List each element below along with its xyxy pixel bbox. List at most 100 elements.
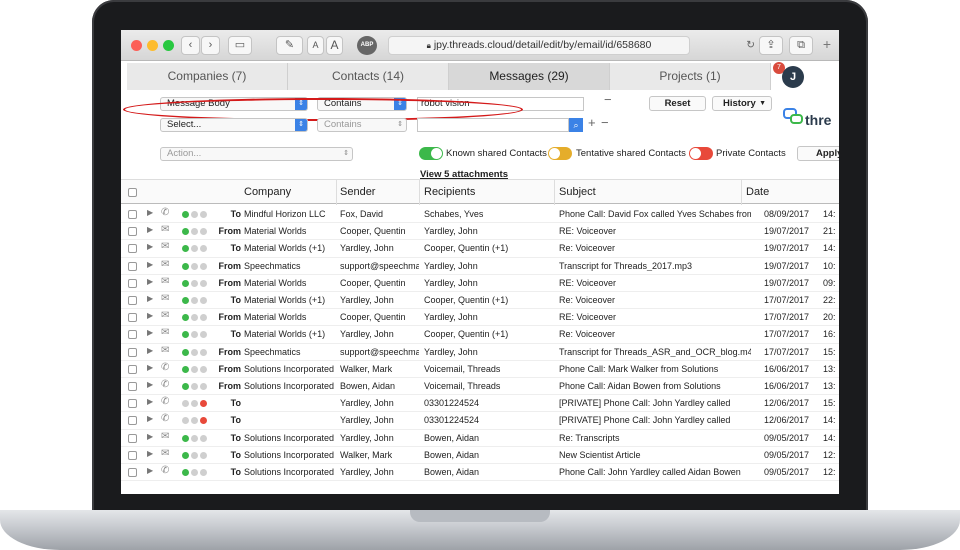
column-company[interactable]: Company: [244, 186, 291, 198]
table-row[interactable]: ▶ ✉ FromSpeechmatics support@speechmatic Yar…: [121, 258, 839, 275]
row-checkbox[interactable]: [128, 313, 137, 323]
row-checkbox[interactable]: [128, 364, 137, 374]
minimize-window-button[interactable]: [147, 40, 158, 51]
column-date[interactable]: Date: [746, 186, 769, 198]
expand-triangle-icon[interactable]: ▶: [147, 397, 153, 406]
table-row[interactable]: ▶ ✉ From Material Worlds Cooper, Quentin Yard…: [121, 275, 839, 292]
add-filter-icon[interactable]: +: [588, 115, 596, 130]
table-row[interactable]: ▶ ✉ To Material Worlds (+1) Yardley, John Coo…: [121, 292, 839, 310]
row-checkbox[interactable]: [128, 278, 137, 288]
column-sender[interactable]: Sender: [340, 186, 375, 198]
expand-triangle-icon[interactable]: ▶: [147, 363, 153, 372]
row-checkbox[interactable]: [128, 450, 137, 460]
expand-triangle-icon[interactable]: ▶: [147, 414, 153, 423]
apply-button[interactable]: Apply: [797, 146, 839, 161]
row-checkbox[interactable]: [128, 244, 137, 254]
remove-filter2-icon[interactable]: −: [601, 115, 609, 130]
table-row[interactable]: ▶ ✉ To Material Worlds (+1) Yardley, John Coo…: [121, 326, 839, 344]
table-row[interactable]: ▶ ✆ From Solutions Incorporated Bowen, Aidan…: [121, 378, 839, 396]
filter2-value-input[interactable]: [417, 118, 569, 132]
time-cell: 14:: [823, 209, 836, 219]
tab-contacts[interactable]: Contacts (14): [288, 63, 449, 90]
row-checkbox[interactable]: [128, 468, 137, 477]
table-row[interactable]: ▶ ✉ To Solutions Incorporated Walker, Mark Bo…: [121, 447, 839, 464]
row-checkbox[interactable]: [128, 382, 137, 391]
time-cell: 22:: [823, 295, 836, 305]
row-checkbox[interactable]: [128, 347, 137, 357]
table-row[interactable]: ▶ ✉ To Solutions Incorporated Yardley, John B…: [121, 430, 839, 447]
known-contacts-toggle[interactable]: [419, 147, 443, 160]
tentative-contacts-toggle[interactable]: [548, 147, 572, 160]
sender-cell: Cooper, Quentin: [340, 277, 406, 288]
sidebar-icon[interactable]: ▭: [228, 36, 252, 55]
row-checkbox[interactable]: [128, 227, 137, 237]
reload-icon[interactable]: ↻: [746, 37, 755, 54]
expand-triangle-icon[interactable]: ▶: [147, 432, 153, 441]
expand-triangle-icon[interactable]: ▶: [147, 328, 153, 337]
row-checkbox[interactable]: [128, 261, 137, 271]
table-row[interactable]: ▶ ✉ From Material Worlds Cooper, Quentin Yard…: [121, 223, 839, 241]
column-subject[interactable]: Subject: [559, 186, 596, 198]
address-bar[interactable]: 🔒︎ jpy.threads.cloud/detail/edit/by/emai…: [388, 36, 755, 55]
expand-triangle-icon[interactable]: ▶: [147, 260, 153, 269]
expand-triangle-icon[interactable]: ▶: [147, 208, 153, 217]
table-row[interactable]: ▶ ✆ To Yardley, John 03301224524 [PRIVATE] Ph…: [121, 395, 839, 413]
new-tab-icon[interactable]: +: [817, 36, 837, 55]
table-row[interactable]: ▶ ✉ FromSpeechmatics support@speechmatic Yar…: [121, 344, 839, 361]
table-row[interactable]: ▶ ✆ To Yardley, John 03301224524 [PRIVATE] Ph…: [121, 412, 839, 430]
row-checkbox[interactable]: [128, 330, 137, 340]
row-checkbox[interactable]: [128, 416, 137, 426]
filter2-field-select[interactable]: Select... ⇕: [160, 118, 308, 132]
row-checkbox[interactable]: [128, 296, 137, 305]
font-larger-button[interactable]: A: [326, 36, 343, 55]
tab-companies[interactable]: Companies (7): [127, 63, 288, 90]
threads-logo: thre: [783, 108, 839, 132]
font-smaller-button[interactable]: A: [307, 36, 324, 55]
expand-triangle-icon[interactable]: ▶: [147, 380, 153, 389]
phone-icon: ✆: [161, 361, 170, 373]
table-row[interactable]: ▶ ✆ To Mindful Horizon LLC Fox, David Schabes…: [121, 206, 839, 224]
tab-projects[interactable]: Projects (1): [610, 63, 771, 90]
expand-triangle-icon[interactable]: ▶: [147, 449, 153, 458]
table-row[interactable]: ▶ ✉ To Material Worlds (+1) Yardley, John Coo…: [121, 240, 839, 258]
select-all-checkbox[interactable]: [128, 188, 137, 197]
row-checkbox[interactable]: [128, 433, 137, 443]
row-checkbox[interactable]: [128, 210, 137, 219]
phone-icon: ✆: [161, 379, 170, 390]
expand-triangle-icon[interactable]: ▶: [147, 225, 153, 234]
sender-cell: Cooper, Quentin: [340, 226, 406, 237]
expand-triangle-icon[interactable]: ▶: [147, 466, 153, 475]
history-button[interactable]: History ▼: [712, 96, 772, 111]
table-row[interactable]: ▶ ✆ From Solutions Incorporated Walker, Mark…: [121, 361, 839, 378]
tab-messages[interactable]: Messages (29): [449, 63, 610, 90]
column-recipients[interactable]: Recipients: [424, 186, 475, 198]
remove-filter1-icon[interactable]: −: [604, 92, 612, 107]
table-row[interactable]: ▶ ✉ From Material Worlds Cooper, Quentin Yard…: [121, 309, 839, 327]
adblock-icon[interactable]: ABP: [357, 36, 377, 55]
filter2-operator-select[interactable]: Contains ⇕: [317, 118, 407, 132]
time-cell: 12:: [823, 449, 836, 460]
table-row[interactable]: ▶ ✆ To Solutions Incorporated Yardley, John B…: [121, 464, 839, 482]
status-dot: [182, 279, 189, 287]
share-icon[interactable]: ⇪: [759, 36, 783, 55]
reset-button[interactable]: Reset: [649, 96, 706, 111]
expand-triangle-icon[interactable]: ▶: [147, 346, 153, 355]
expand-triangle-icon[interactable]: ▶: [147, 294, 153, 303]
annotate-icon[interactable]: ✎: [276, 36, 303, 55]
expand-triangle-icon[interactable]: ▶: [147, 242, 153, 251]
expand-triangle-icon[interactable]: ▶: [147, 311, 153, 320]
forward-icon[interactable]: ›: [201, 36, 220, 55]
private-contacts-toggle[interactable]: [689, 147, 713, 160]
search-icon[interactable]: ⌕: [569, 118, 583, 132]
avatar[interactable]: J: [782, 66, 804, 88]
row-checkbox[interactable]: [128, 399, 137, 409]
tabs-overview-icon[interactable]: ⧉: [789, 36, 813, 55]
envelope-icon: ✉: [161, 310, 170, 322]
close-window-button[interactable]: [131, 40, 142, 51]
back-icon[interactable]: ‹: [181, 36, 200, 55]
status-dot: [182, 348, 189, 356]
expand-triangle-icon[interactable]: ▶: [147, 277, 153, 286]
zoom-window-button[interactable]: [163, 40, 174, 51]
action-select[interactable]: Action... ⇕: [160, 147, 353, 161]
status-dot: [191, 228, 198, 236]
